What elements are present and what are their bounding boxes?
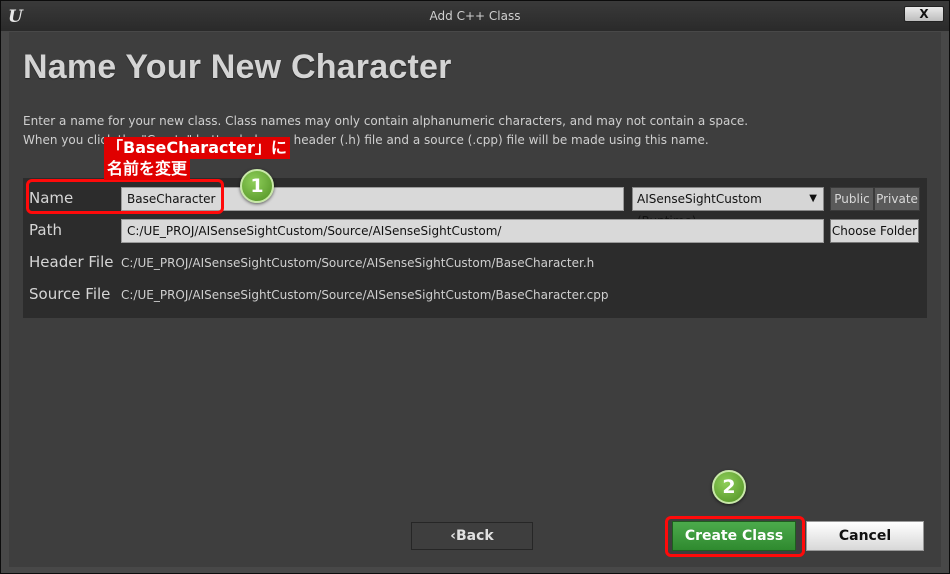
path-label: Path	[29, 221, 62, 239]
window-title: Add C++ Class	[429, 9, 521, 23]
page-title: Name Your New Character	[23, 48, 452, 86]
annotation-highlight-name	[26, 179, 224, 214]
cancel-button[interactable]: Cancel	[806, 521, 924, 551]
source-file-label: Source File	[29, 285, 111, 303]
close-button[interactable]: X	[904, 6, 944, 22]
header-file-path: C:/UE_PROJ/AISenseSightCustom/Source/AIS…	[121, 256, 595, 270]
annotation-note-line-1: 「BaseCharacter」に	[104, 137, 290, 159]
annotation-highlight-create	[665, 516, 805, 557]
private-toggle[interactable]: Private	[874, 187, 920, 211]
path-input[interactable]: C:/UE_PROJ/AISenseSightCustom/Source/AIS…	[121, 219, 824, 243]
public-toggle[interactable]: Public	[830, 187, 874, 211]
step-2-badge: 2	[712, 470, 746, 504]
description-line-1: Enter a name for your new class. Class n…	[23, 114, 749, 128]
chevron-down-icon: ▼	[809, 193, 817, 204]
annotation-note-line-2: 名前を変更	[104, 158, 191, 180]
back-button[interactable]: ‹Back	[411, 522, 533, 550]
title-bar[interactable]: U Add C++ Class X	[1, 1, 949, 31]
step-1-badge: 1	[240, 169, 274, 203]
header-file-label: Header File	[29, 253, 114, 271]
module-dropdown[interactable]: AISenseSightCustom (Runtime) ▼	[632, 187, 824, 228]
back-label: Back	[456, 528, 494, 544]
source-file-path: C:/UE_PROJ/AISenseSightCustom/Source/AIS…	[121, 288, 609, 302]
choose-folder-button[interactable]: Choose Folder	[830, 219, 919, 243]
